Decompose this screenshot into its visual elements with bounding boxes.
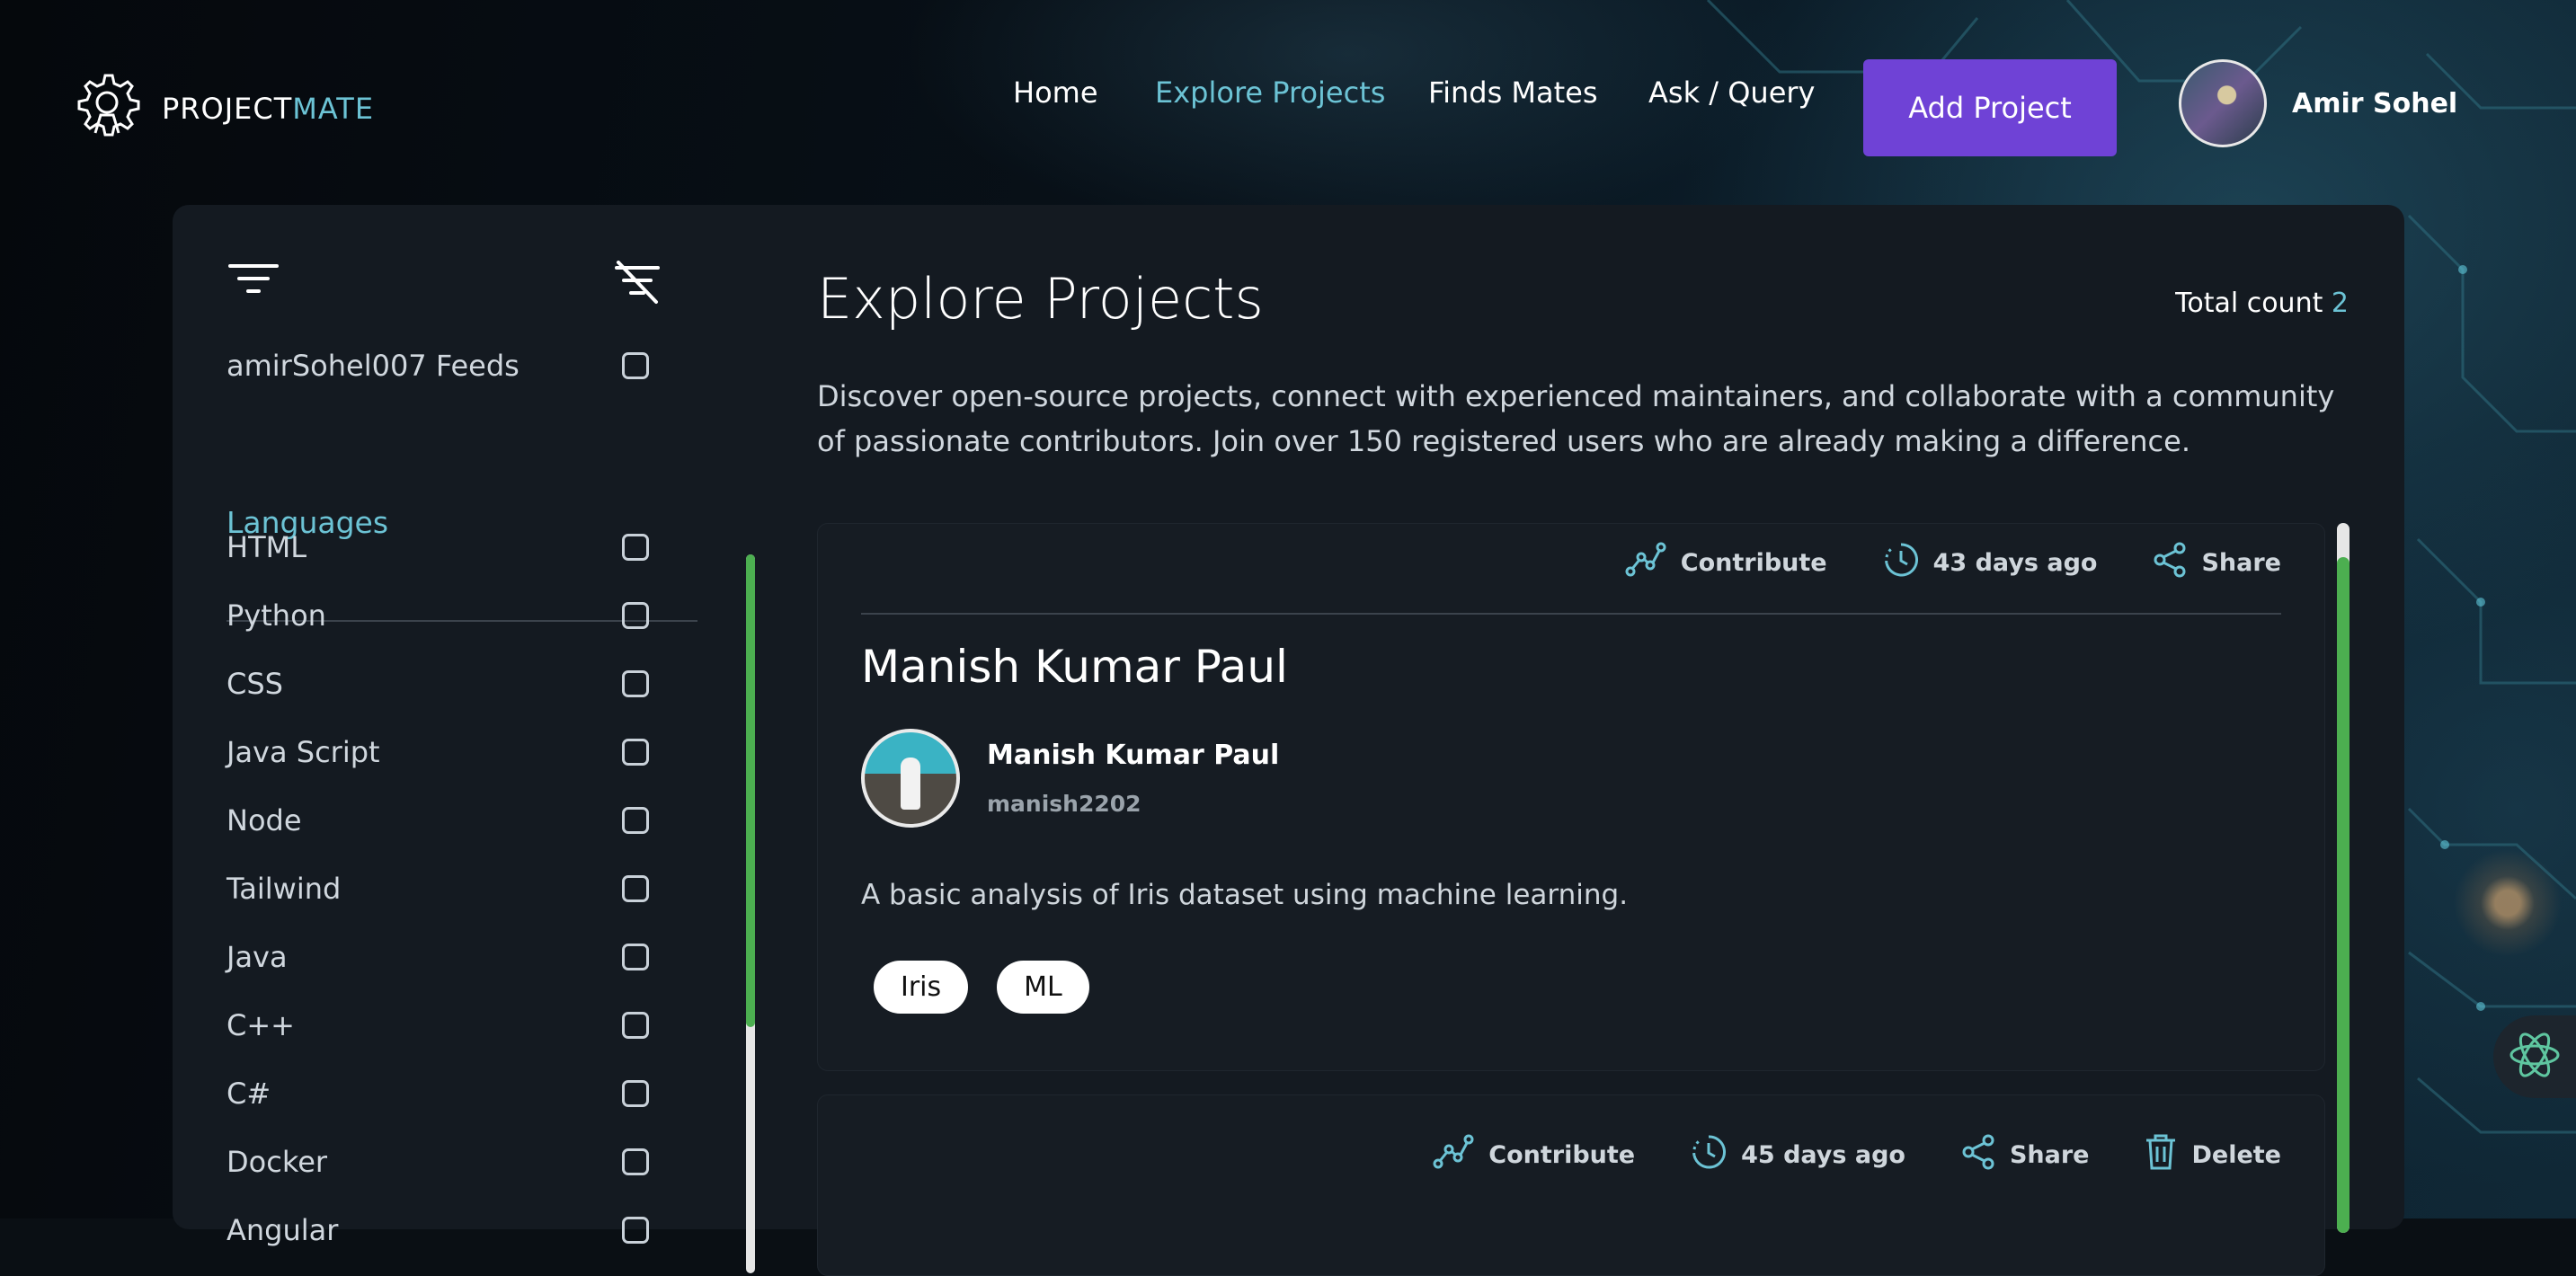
language-checkbox[interactable]	[622, 602, 649, 629]
main-scroll-thumb[interactable]	[2337, 557, 2349, 1233]
feeds-filter[interactable]: amirSohel007 Feeds	[227, 349, 649, 383]
user-avatar[interactable]	[2179, 59, 2267, 147]
feeds-checkbox[interactable]	[622, 352, 649, 379]
contribute-icon	[1625, 542, 1666, 584]
sidebar-scroll-thumb[interactable]	[746, 554, 755, 1027]
assistant-button[interactable]	[2493, 1015, 2576, 1098]
language-filter[interactable]: Java	[227, 940, 649, 974]
brand-name: PROJECTMATE	[162, 92, 375, 126]
project-tags: Iris ML	[874, 961, 1089, 1014]
main-scrollbar[interactable]	[2337, 523, 2349, 1233]
language-label: HTML	[227, 530, 307, 564]
language-checkbox[interactable]	[622, 534, 649, 561]
contribute-button[interactable]: Contribute	[1625, 542, 1827, 584]
language-checkbox[interactable]	[622, 807, 649, 834]
user-profile[interactable]: Amir Sohel	[2179, 59, 2457, 147]
language-filter[interactable]: Java Script	[227, 735, 649, 769]
contribute-label: Contribute	[1680, 549, 1827, 577]
top-navbar: PROJECTMATE Home Explore Projects Finds …	[0, 0, 2576, 207]
content-panel: amirSohel007 Feeds Languages HTML Python C…	[173, 205, 2404, 1276]
share-icon	[2153, 542, 2187, 584]
share-button[interactable]: Share	[1961, 1134, 2090, 1176]
language-label: Java Script	[227, 735, 380, 769]
nav-explore-projects[interactable]: Explore Projects	[1155, 75, 1385, 110]
author-name: Manish Kumar Paul	[987, 740, 1280, 771]
language-checkbox[interactable]	[622, 1080, 649, 1107]
contribute-button[interactable]: Contribute	[1433, 1134, 1635, 1176]
delete-button[interactable]: Delete	[2145, 1133, 2281, 1177]
author-avatar[interactable]	[861, 729, 960, 828]
share-label: Share	[2009, 1141, 2090, 1169]
time-label: 43 days ago	[1932, 549, 2098, 577]
language-checkbox[interactable]	[622, 739, 649, 766]
card-divider	[861, 613, 2281, 615]
nav-ask-query[interactable]: Ask / Query	[1648, 75, 1815, 110]
language-filter[interactable]: Tailwind	[227, 872, 649, 906]
total-count: Total count 2	[2175, 288, 2349, 319]
trash-icon	[2145, 1133, 2177, 1177]
user-name: Amir Sohel	[2292, 87, 2458, 120]
clock-history-icon	[1883, 542, 1919, 584]
tag-chip[interactable]: Iris	[874, 961, 969, 1014]
share-button[interactable]: Share	[2153, 542, 2281, 584]
contribute-icon	[1433, 1134, 1474, 1176]
share-icon	[1961, 1134, 1995, 1176]
page-description: Discover open-source projects, connect w…	[817, 379, 2335, 458]
language-filter[interactable]: C++	[227, 1008, 649, 1042]
language-label: Tailwind	[227, 872, 342, 906]
brand-logo[interactable]: PROJECTMATE	[70, 70, 374, 147]
nav-find-mates[interactable]: Finds Mates	[1428, 75, 1598, 110]
language-filter[interactable]: Python	[227, 598, 649, 633]
project-description: A basic analysis of Iris dataset using m…	[861, 879, 1629, 911]
total-count-value: 2	[2331, 288, 2349, 319]
language-checkbox[interactable]	[622, 944, 649, 970]
assistant-icon	[2506, 1026, 2563, 1087]
language-filter[interactable]: C#	[227, 1077, 649, 1111]
card-actions: Contribute 45 days ago Share Delete	[1433, 1133, 2281, 1177]
clock-history-icon	[1691, 1134, 1727, 1176]
gear-logo-icon	[70, 70, 144, 147]
filter-icon[interactable]	[227, 261, 280, 300]
project-card: Contribute 43 days ago Share Manish Kuma…	[817, 523, 2325, 1071]
language-checkbox[interactable]	[622, 1148, 649, 1175]
language-checkbox[interactable]	[622, 1217, 649, 1244]
language-checkbox[interactable]	[622, 670, 649, 697]
time-label: 45 days ago	[1741, 1141, 1905, 1169]
language-label: Node	[227, 803, 302, 837]
author-handle: manish2202	[987, 791, 1141, 817]
share-label: Share	[2201, 549, 2281, 577]
total-count-label: Total count	[2175, 288, 2323, 319]
add-project-button[interactable]: Add Project	[1863, 59, 2117, 156]
contribute-label: Contribute	[1488, 1141, 1636, 1169]
language-filter[interactable]: HTML	[227, 530, 649, 564]
language-label: Docker	[227, 1145, 328, 1179]
project-card: Contribute 45 days ago Share Delete	[817, 1094, 2325, 1276]
page-title: Explore Projects	[817, 266, 1264, 332]
language-label: C++	[227, 1008, 295, 1042]
project-author[interactable]: Manish Kumar Paul manish2202	[861, 729, 1279, 828]
language-filter[interactable]: Docker	[227, 1145, 649, 1179]
project-title[interactable]: Manish Kumar Paul	[861, 641, 1288, 693]
delete-label: Delete	[2191, 1141, 2281, 1169]
nav-home[interactable]: Home	[1013, 75, 1098, 110]
time-ago: 45 days ago	[1691, 1134, 1905, 1176]
language-label: C#	[227, 1077, 271, 1111]
language-checkbox[interactable]	[622, 875, 649, 902]
language-filter[interactable]: Node	[227, 803, 649, 837]
feeds-label: amirSohel007 Feeds	[227, 349, 520, 383]
language-label: Java	[227, 940, 288, 974]
language-label: CSS	[227, 667, 283, 701]
sidebar-scrollbar[interactable]	[746, 554, 755, 1273]
language-checkbox[interactable]	[622, 1012, 649, 1039]
card-actions: Contribute 43 days ago Share	[1625, 542, 2281, 584]
time-ago: 43 days ago	[1883, 542, 2098, 584]
tag-chip[interactable]: ML	[997, 961, 1089, 1014]
language-label: Python	[227, 598, 326, 633]
clear-filter-icon[interactable]	[613, 261, 662, 309]
language-filter[interactable]: CSS	[227, 667, 649, 701]
